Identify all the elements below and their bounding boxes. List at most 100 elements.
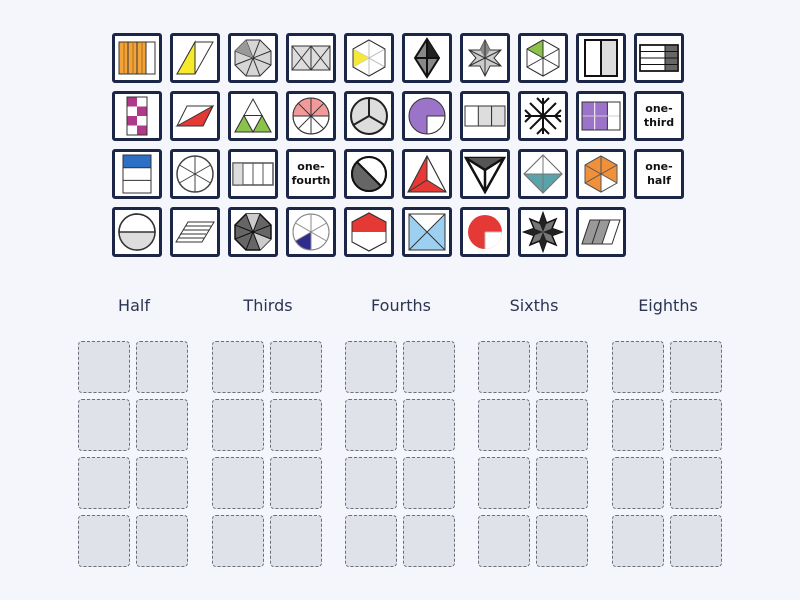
drop-slot-sixths[interactable] [478,515,530,567]
gray-rectangle-thirds-icon [464,105,506,127]
drop-slot-fourths[interactable] [345,399,397,451]
tile-yellow-parallelogram-half-icon[interactable] [170,33,220,83]
tile-orange-hexagon-sixths-icon[interactable] [576,149,626,199]
tile-black-star-eighths-2-icon[interactable] [518,207,568,257]
tile-magenta-checker-icon[interactable] [112,91,162,141]
tile-black-star-eighths-icon[interactable] [518,91,568,141]
drop-slot-thirds[interactable] [270,341,322,393]
drop-slot-sixths[interactable] [536,457,588,509]
drop-slot-sixths[interactable] [536,399,588,451]
drop-slot-half[interactable] [78,457,130,509]
tile-red-hexagon-half-icon[interactable] [344,207,394,257]
drop-slot-thirds[interactable] [270,515,322,567]
tile-green-triangle-fourths-icon[interactable] [228,91,278,141]
gray-octagon-fraction-icon [234,39,272,77]
tile-black-triangle-thirds-icon[interactable] [460,149,510,199]
black-octagon-eighths-icon [234,213,272,251]
tile-gray-rectangle-thirds-icon[interactable] [460,91,510,141]
drop-slot-fourths[interactable] [403,399,455,451]
drop-slot-thirds[interactable] [270,399,322,451]
drop-slot-sixths[interactable] [536,341,588,393]
tile-blue-square-fourths-icon[interactable] [402,207,452,257]
tile-navy-circle-sixths-icon[interactable] [286,207,336,257]
tile-green-hexagon-sixths-icon[interactable] [518,33,568,83]
tile-blue-rectangle-thirds-icon[interactable] [112,149,162,199]
drop-slot-half[interactable] [136,515,188,567]
drop-slot-thirds[interactable] [270,457,322,509]
drop-slot-fourths[interactable] [403,515,455,567]
tile-gray-parallelogram-thirds-icon[interactable] [576,207,626,257]
drop-slot-eighths[interactable] [612,399,664,451]
tile-red-parallelogram-half-icon[interactable] [170,91,220,141]
green-triangle-fourths-icon [234,97,272,134]
tile-gray-grid-rectangle-icon[interactable] [634,33,684,83]
drop-slot-half[interactable] [78,515,130,567]
drop-slot-half[interactable] [136,341,188,393]
drop-slot-sixths[interactable] [478,457,530,509]
tile-text-one-fourth[interactable]: one-fourth [286,149,336,199]
red-parallelogram-half-icon [175,104,215,127]
yellow-hexagon-sixths-icon [352,39,386,77]
tile-text-one-half[interactable]: one-half [634,149,684,199]
drop-slot-eighths[interactable] [670,341,722,393]
tile-gray-star-sixths-icon[interactable] [460,33,510,83]
striped-parallelogram-icon [175,221,215,243]
tile-gray-rectangle-fourths-icon[interactable] [228,149,278,199]
drop-slot-sixths[interactable] [478,341,530,393]
drop-slot-fourths[interactable] [345,341,397,393]
purple-grid-sixths-icon [581,101,621,131]
tile-red-circle-fourths-icon[interactable] [460,207,510,257]
drop-slot-eighths[interactable] [612,515,664,567]
tile-red-triangle-thirds-icon[interactable] [402,149,452,199]
drop-slot-eighths[interactable] [612,341,664,393]
drop-slot-thirds[interactable] [212,515,264,567]
tile-orange-rectangle-fraction-icon[interactable] [112,33,162,83]
tile-gray-circle-half-icon[interactable] [112,207,162,257]
drop-slot-half[interactable] [78,399,130,451]
drop-slot-thirds[interactable] [212,457,264,509]
tile-gray-circle-thirds-icon[interactable] [344,91,394,141]
yellow-parallelogram-half-icon [176,40,214,75]
purple-circle-fourths-icon [408,97,446,135]
teal-diamond-fourths-icon [523,154,563,194]
drop-slot-half[interactable] [78,341,130,393]
category-title-fourths: Fourths [371,296,431,315]
drop-slot-fourths[interactable] [403,341,455,393]
black-triangle-thirds-icon [463,156,507,195]
drop-slot-sixths[interactable] [478,399,530,451]
navy-circle-sixths-icon [292,213,330,251]
blue-square-fourths-icon [408,213,446,251]
tile-black-octagon-eighths-icon[interactable] [228,207,278,257]
tile-pink-circle-eighths-icon[interactable] [286,91,336,141]
tile-purple-circle-fourths-icon[interactable] [402,91,452,141]
drop-slot-half[interactable] [136,457,188,509]
black-star-eighths-icon [524,97,562,135]
red-circle-fourths-icon [468,215,502,249]
tile-teal-diamond-fourths-icon[interactable] [518,149,568,199]
drop-slot-thirds[interactable] [212,399,264,451]
pink-circle-eighths-icon [292,97,330,135]
tile-gray-octagon-fraction-icon[interactable] [228,33,278,83]
drop-slot-eighths[interactable] [612,457,664,509]
tile-gray-rectangle-half-icon[interactable] [576,33,626,83]
tile-purple-grid-sixths-icon[interactable] [576,91,626,141]
tile-gray-circle-sixths-icon[interactable] [170,149,220,199]
drop-slot-fourths[interactable] [345,457,397,509]
drop-slot-sixths[interactable] [536,515,588,567]
tile-rectangle-x-fourths-icon[interactable] [286,33,336,83]
drop-slot-thirds[interactable] [212,341,264,393]
drop-slot-half[interactable] [136,399,188,451]
drop-slot-eighths[interactable] [670,457,722,509]
tile-gray-circle-half-diagonal-icon[interactable] [344,149,394,199]
category-title-sixths: Sixths [509,296,559,315]
tile-black-diamond-fourths-icon[interactable] [402,33,452,83]
gray-circle-half-diagonal-icon [351,156,387,192]
drop-slot-eighths[interactable] [670,399,722,451]
tile-yellow-hexagon-sixths-icon[interactable] [344,33,394,83]
drop-slot-fourths[interactable] [403,457,455,509]
gray-circle-half-icon [118,213,156,251]
drop-slot-eighths[interactable] [670,515,722,567]
tile-text-one-third[interactable]: one-third [634,91,684,141]
drop-slot-fourths[interactable] [345,515,397,567]
tile-striped-parallelogram-icon[interactable] [170,207,220,257]
